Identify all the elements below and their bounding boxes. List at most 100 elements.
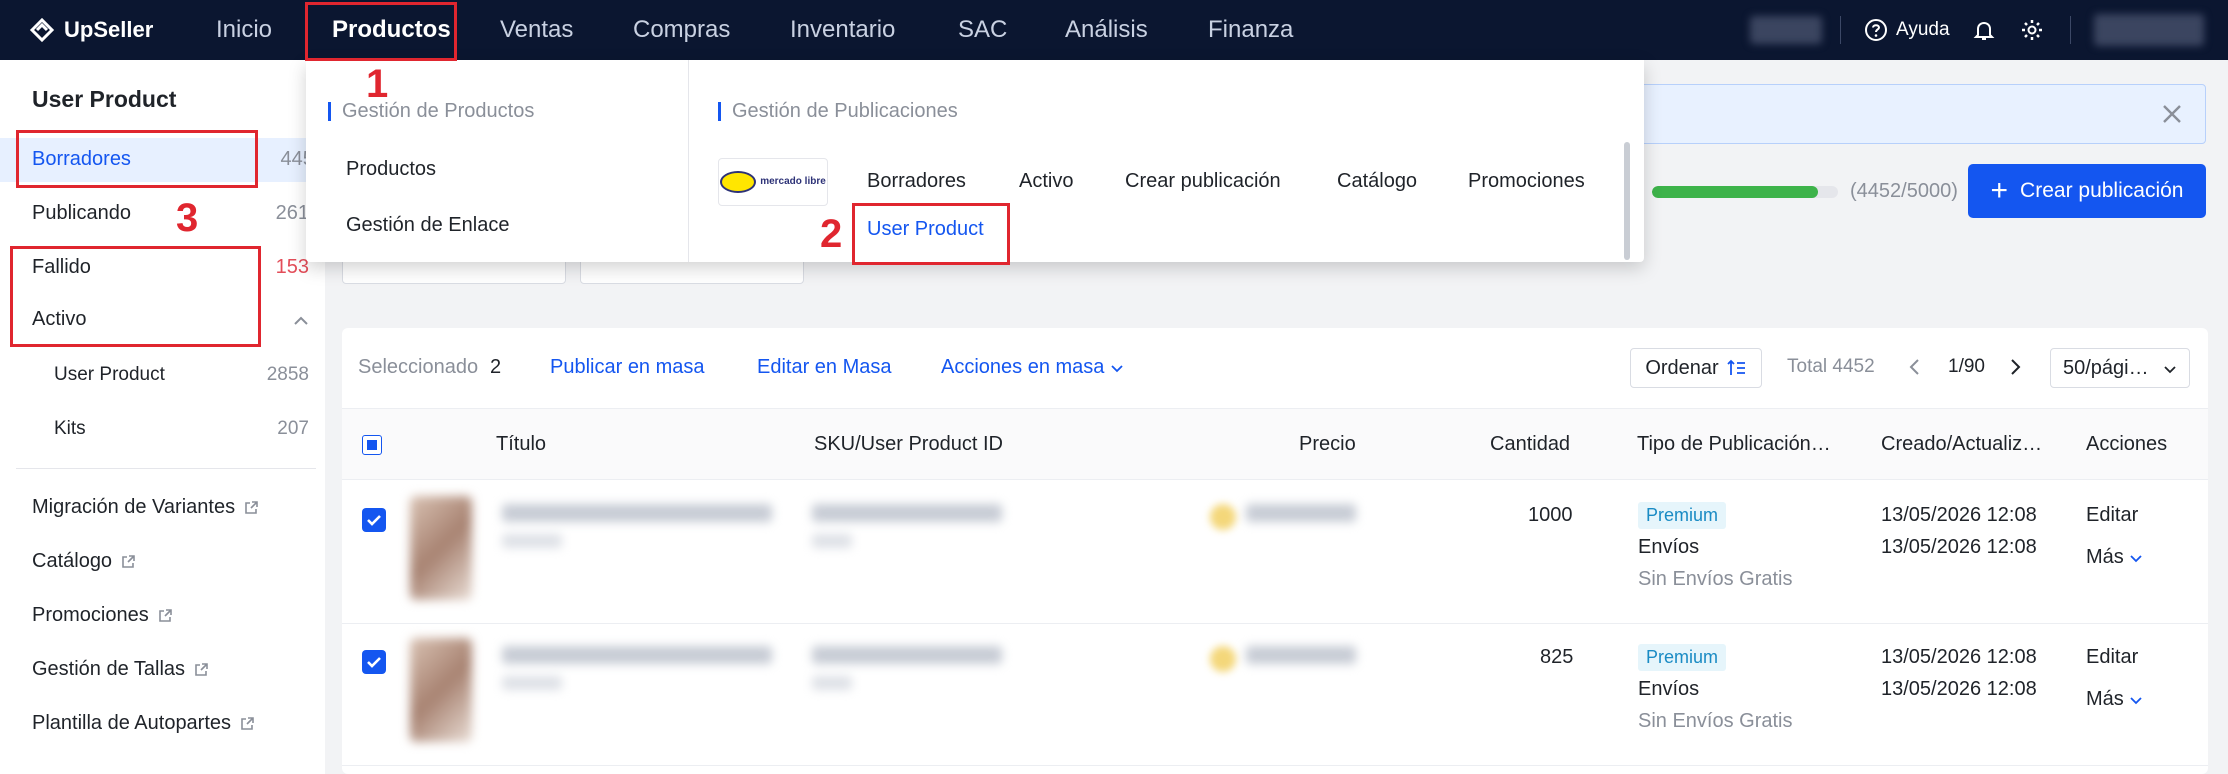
selected-count: 2 (490, 356, 502, 378)
nav-analisis[interactable]: Análisis (1065, 0, 1148, 60)
close-icon[interactable] (2159, 101, 2185, 127)
store-selector-blurred[interactable] (1750, 16, 1822, 44)
more-actions-label: Más (2086, 546, 2124, 568)
sidebar-link-catalogo[interactable]: Catálogo (32, 550, 136, 573)
menu-divider (688, 60, 689, 262)
sidebar-item-count: 153 (275, 256, 309, 278)
upseller-logo[interactable]: UpSeller (28, 16, 153, 44)
column-header-precio[interactable]: Precio (1299, 433, 1356, 456)
bulk-edit-button[interactable]: Editar en Masa (757, 356, 892, 379)
checkmark-icon (367, 657, 381, 668)
column-header-tipo-publicacion[interactable]: Tipo de Publicación… (1637, 433, 1831, 456)
menu-section-gestion-publicaciones: Gestión de Publicaciones (718, 100, 958, 123)
product-sku-blurred (812, 504, 1002, 522)
app-name: UpSeller (64, 17, 154, 42)
shipping-detail: Sin Envíos Gratis (1638, 710, 1793, 732)
table-row: 825 Premium Envíos Sin Envíos Gratis 13/… (342, 624, 2208, 766)
row-checkbox[interactable] (362, 508, 386, 532)
product-thumbnail-blurred[interactable] (410, 496, 472, 600)
sidebar-link-plantilla-autopartes[interactable]: Plantilla de Autopartes (32, 712, 255, 735)
column-header-cantidad[interactable]: Cantidad (1490, 433, 1570, 456)
edit-button[interactable]: Editar (2086, 646, 2138, 669)
bulk-publish-button[interactable]: Publicar en masa (550, 356, 705, 379)
nav-sac[interactable]: SAC (958, 0, 1007, 60)
select-all-checkbox[interactable] (362, 435, 382, 455)
sidebar-item-kits[interactable]: Kits 207 (0, 408, 325, 452)
selected-label: Seleccionado (358, 356, 479, 378)
sidebar-item-label: Kits (54, 418, 86, 439)
menu-item-activo[interactable]: Activo (1019, 170, 1073, 193)
external-link-icon (241, 716, 254, 730)
more-actions-label: Más (2086, 688, 2124, 710)
mercado-libre-handshake-icon (720, 171, 757, 193)
page-size-value: 50/pági… (2063, 357, 2149, 379)
divider (2070, 16, 2071, 44)
create-listing-button[interactable]: + Crear publicación (1968, 164, 2206, 218)
menu-item-crear-publicacion[interactable]: Crear publicación (1125, 170, 1281, 193)
listing-quota-progress-bar (1652, 186, 1838, 198)
sidebar-item-label: Publicando (32, 202, 131, 224)
chevron-up-icon[interactable] (293, 316, 309, 326)
nav-inventario[interactable]: Inventario (790, 0, 895, 60)
column-header-titulo[interactable]: Título (496, 433, 546, 456)
sidebar-link-promociones[interactable]: Promociones (32, 604, 173, 627)
column-header-creado[interactable]: Creado/Actualiz… (1881, 433, 2042, 456)
nav-inicio[interactable]: Inicio (216, 0, 272, 60)
edit-button[interactable]: Editar (2086, 504, 2138, 527)
menu-item-catalogo[interactable]: Catálogo (1337, 170, 1417, 193)
product-title-blurred[interactable] (502, 646, 772, 664)
more-actions-dropdown[interactable]: Más (2086, 688, 2143, 711)
bulk-actions-label: Acciones en masa (941, 356, 1105, 378)
sidebar-link-label: Gestión de Tallas (32, 658, 186, 680)
column-header-acciones: Acciones (2086, 433, 2168, 455)
shipping-type: Envíos (1638, 536, 1700, 558)
shipping-type: Envíos (1638, 678, 1700, 700)
marketplace-logo-text: mercado libre (760, 176, 826, 187)
chevron-right-icon[interactable] (2008, 358, 2022, 376)
menu-scrollbar[interactable] (1624, 142, 1630, 260)
user-account-blurred[interactable] (2094, 14, 2204, 46)
sidebar-item-user-product[interactable]: User Product 2858 (0, 354, 325, 398)
nav-finanza[interactable]: Finanza (1208, 0, 1293, 60)
page-size-select[interactable]: 50/pági… (2050, 348, 2190, 388)
annotation-box-fallido-activo (10, 246, 261, 347)
annotation-number-3: 3 (176, 196, 199, 240)
product-subtitle-blurred (502, 534, 562, 548)
nav-compras[interactable]: Compras (633, 0, 730, 60)
sort-button[interactable]: Ordenar (1630, 348, 1762, 388)
help-link[interactable]: Ayuda (1864, 0, 1950, 60)
sidebar-link-label: Plantilla de Autopartes (32, 712, 232, 734)
notifications-button[interactable] (1972, 0, 1996, 60)
chevron-down-icon (2130, 555, 2142, 563)
bulk-actions-dropdown[interactable]: Acciones en masa (941, 356, 1124, 379)
created-date: 13/05/2026 12:08 (1881, 504, 2037, 526)
sidebar-item-publicando[interactable]: Publicando 261 (0, 192, 325, 236)
menu-item-promociones[interactable]: Promociones (1468, 170, 1585, 193)
row-checkbox[interactable] (362, 650, 386, 674)
external-link-icon (195, 662, 208, 676)
nav-ventas[interactable]: Ventas (500, 0, 573, 60)
sidebar-link-gestion-tallas[interactable]: Gestión de Tallas (32, 658, 209, 681)
settings-button[interactable] (2020, 0, 2044, 60)
more-actions-dropdown[interactable]: Más (2086, 546, 2143, 569)
menu-item-productos[interactable]: Productos (346, 158, 436, 181)
upseller-logo-icon (29, 17, 55, 43)
annotation-box-borradores (16, 130, 258, 188)
create-listing-label: Crear publicación (2020, 179, 2184, 202)
sidebar-item-count: 261 (275, 202, 309, 224)
sidebar-title: User Product (32, 86, 177, 112)
sort-icon (1727, 359, 1745, 375)
product-thumbnail-blurred[interactable] (410, 638, 472, 742)
chevron-left-icon[interactable] (1908, 358, 1922, 376)
external-link-icon (122, 554, 135, 568)
sidebar-link-label: Migración de Variantes (32, 496, 236, 518)
total-count: Total 4452 (1787, 356, 1875, 377)
menu-item-gestion-enlace[interactable]: Gestión de Enlace (346, 214, 509, 237)
product-title-blurred[interactable] (502, 504, 772, 522)
quantity-value: 1000 (1528, 504, 1573, 526)
column-header-sku[interactable]: SKU/User Product ID (814, 433, 1003, 456)
sidebar-link-migracion[interactable]: Migración de Variantes (32, 496, 259, 519)
menu-item-borradores[interactable]: Borradores (867, 170, 966, 193)
external-link-icon (245, 500, 258, 514)
checkmark-icon (367, 515, 381, 526)
